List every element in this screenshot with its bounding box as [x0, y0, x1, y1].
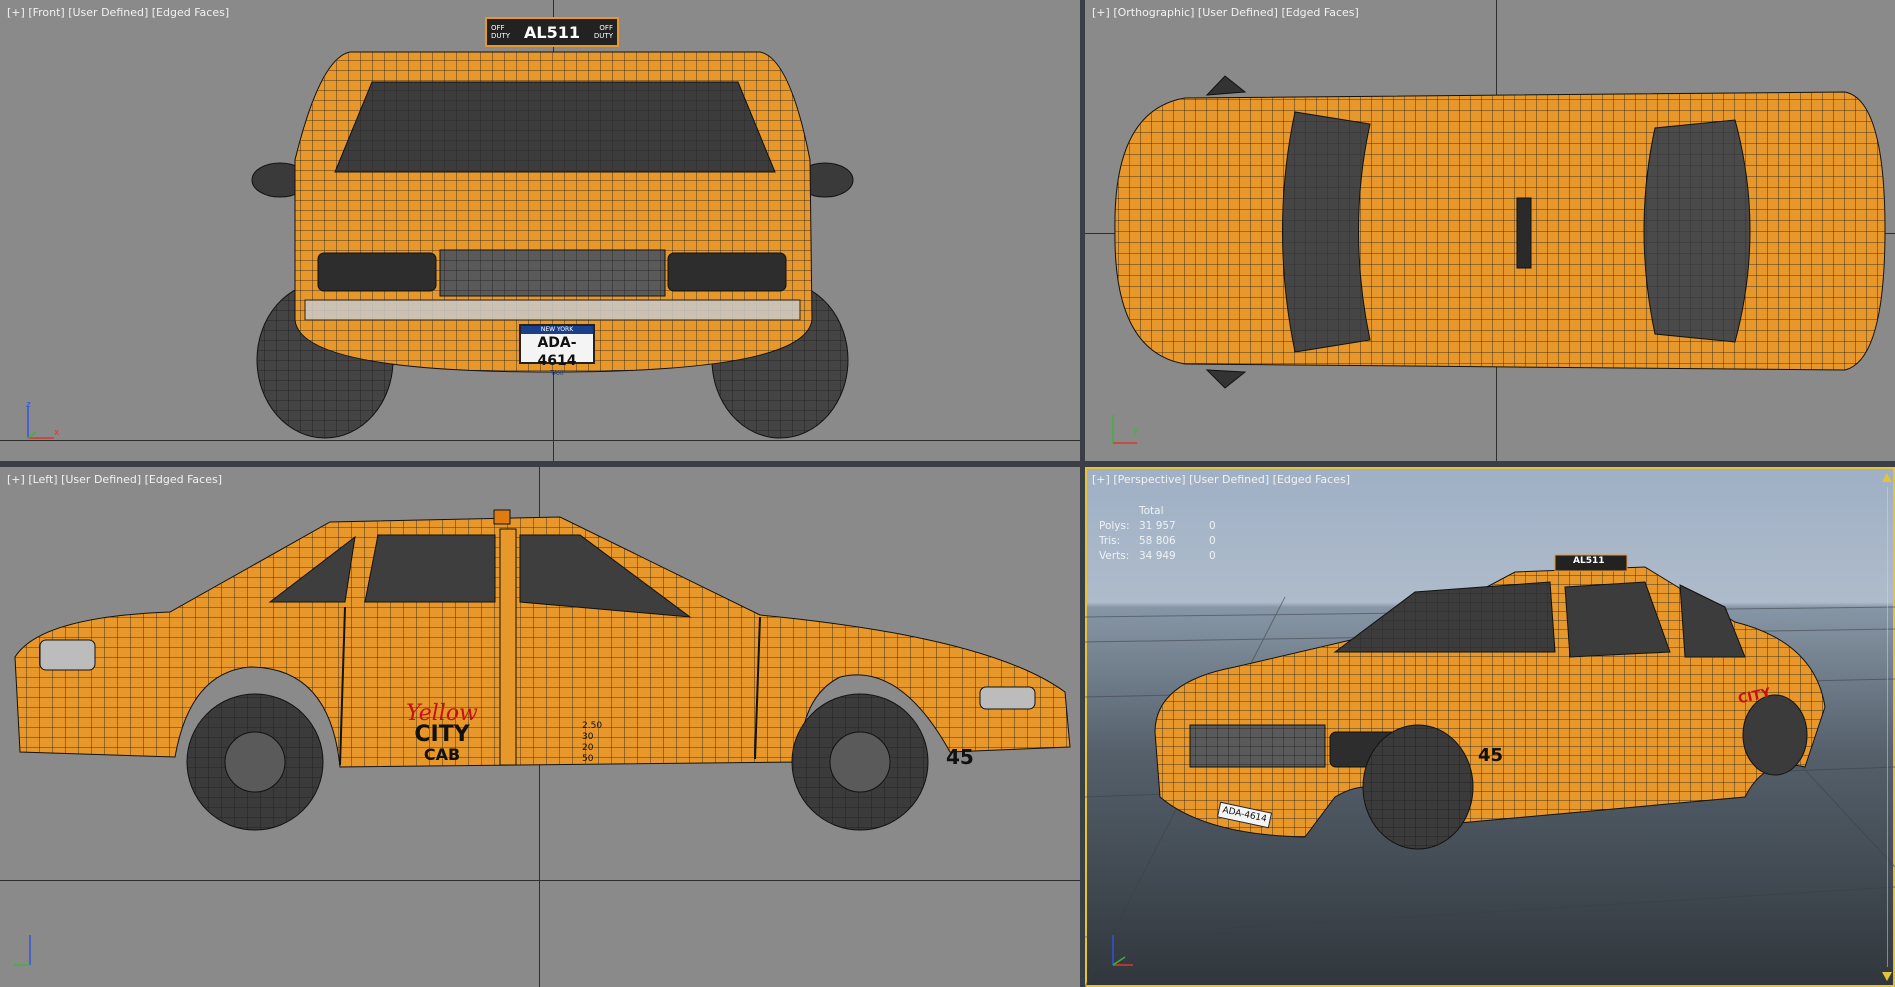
viewport-orthographic[interactable]: y [+] [Orthographic] [User Defined] [Edg… [1085, 0, 1895, 461]
rate-1: 2.50 [582, 721, 603, 731]
plate-number: ADA-4614 [537, 335, 577, 369]
axis-y-label: y [1133, 426, 1139, 436]
shading-menu[interactable]: [User Defined] [1189, 473, 1269, 486]
roof-sign-main: AL511 [524, 22, 580, 42]
livery-script: Yellow [406, 701, 478, 726]
roof-sign-right: OFF DUTY [593, 24, 613, 40]
fender-number: 45 [946, 745, 974, 769]
display-mode-menu[interactable]: [Edged Faces] [152, 6, 229, 19]
display-mode-menu[interactable]: [Edged Faces] [145, 473, 222, 486]
roof-sign-left: OFF DUTY [491, 24, 511, 40]
viewport-left-label: [+] [Left] [User Defined] [Edged Faces] [7, 473, 222, 486]
livery-cab: CAB [423, 745, 461, 764]
display-mode-menu[interactable]: [Edged Faces] [1281, 6, 1358, 19]
shading-menu[interactable]: [User Defined] [1198, 6, 1278, 19]
viewport-menu-button[interactable]: [+] [7, 6, 25, 19]
side-car-model [14, 509, 1071, 831]
rate-3: 20 [582, 743, 594, 753]
viewport-menu-button[interactable]: [+] [1092, 6, 1110, 19]
stats-header: Total [1139, 505, 1164, 517]
plate-type: TAXI [550, 370, 564, 377]
door-livery: Yellow CITY CAB [392, 701, 492, 764]
viewport-front[interactable]: OFF DUTY AL511 OFF DUTY NEW YORK ADA-461… [0, 0, 1080, 461]
front-car-model [251, 51, 854, 439]
viewport-bottom-marker-icon[interactable] [1882, 972, 1892, 981]
view-type-menu[interactable]: [Front] [28, 6, 64, 19]
stats-row-polys: Polys: 31 957 0 [1099, 520, 1216, 532]
view-type-menu[interactable]: [Left] [28, 473, 57, 486]
rate-card: 2.50 30 20 50 [582, 721, 602, 765]
shading-menu[interactable]: [User Defined] [68, 6, 148, 19]
viewport-left[interactable]: Yellow CITY CAB 2.50 30 20 50 45 [+] [Le… [0, 467, 1080, 987]
viewport-top-marker-icon[interactable] [1882, 473, 1892, 482]
plate-state: NEW YORK [521, 326, 593, 334]
viewport-menu-button[interactable]: [+] [7, 473, 25, 486]
viewport-scrub-line [1887, 487, 1888, 967]
axis-x-label: x [54, 428, 60, 438]
rate-4: 50 [582, 754, 594, 764]
livery-city: CITY [414, 722, 470, 747]
axis-gizmo [1112, 935, 1133, 966]
statistics-overlay: Total Polys: 31 957 0 Tris: 58 806 0 Verts: 3… [1099, 505, 1216, 565]
top-car-model [1114, 75, 1886, 389]
stats-row-verts: Verts: 34 949 0 [1099, 550, 1216, 562]
view-type-menu[interactable]: [Perspective] [1113, 473, 1185, 486]
viewport-perspective-label: [+] [Perspective] [User Defined] [Edged … [1092, 473, 1350, 486]
axis-gizmo [14, 935, 31, 966]
display-mode-menu[interactable]: [Edged Faces] [1273, 473, 1350, 486]
axis-z-label: z [26, 400, 31, 410]
viewport-menu-button[interactable]: [+] [1092, 473, 1110, 486]
viewport-perspective[interactable]: AL511 ADA-4614 45 CITY Total Polys: 31 95… [1085, 467, 1895, 987]
fender-number-perspective: 45 [1478, 745, 1504, 766]
viewport-front-label: [+] [Front] [User Defined] [Edged Faces] [7, 6, 229, 19]
stats-row-tris: Tris: 58 806 0 [1099, 535, 1216, 547]
rate-2: 30 [582, 732, 594, 742]
shading-menu[interactable]: [User Defined] [61, 473, 141, 486]
viewport-orthographic-label: [+] [Orthographic] [User Defined] [Edged… [1092, 6, 1359, 19]
view-type-menu[interactable]: [Orthographic] [1113, 6, 1194, 19]
license-plate: NEW YORK ADA-4614 TAXI [519, 324, 595, 377]
roof-sign-perspective: AL511 [1573, 556, 1605, 566]
roof-sign: OFF DUTY AL511 OFF DUTY [485, 17, 619, 47]
